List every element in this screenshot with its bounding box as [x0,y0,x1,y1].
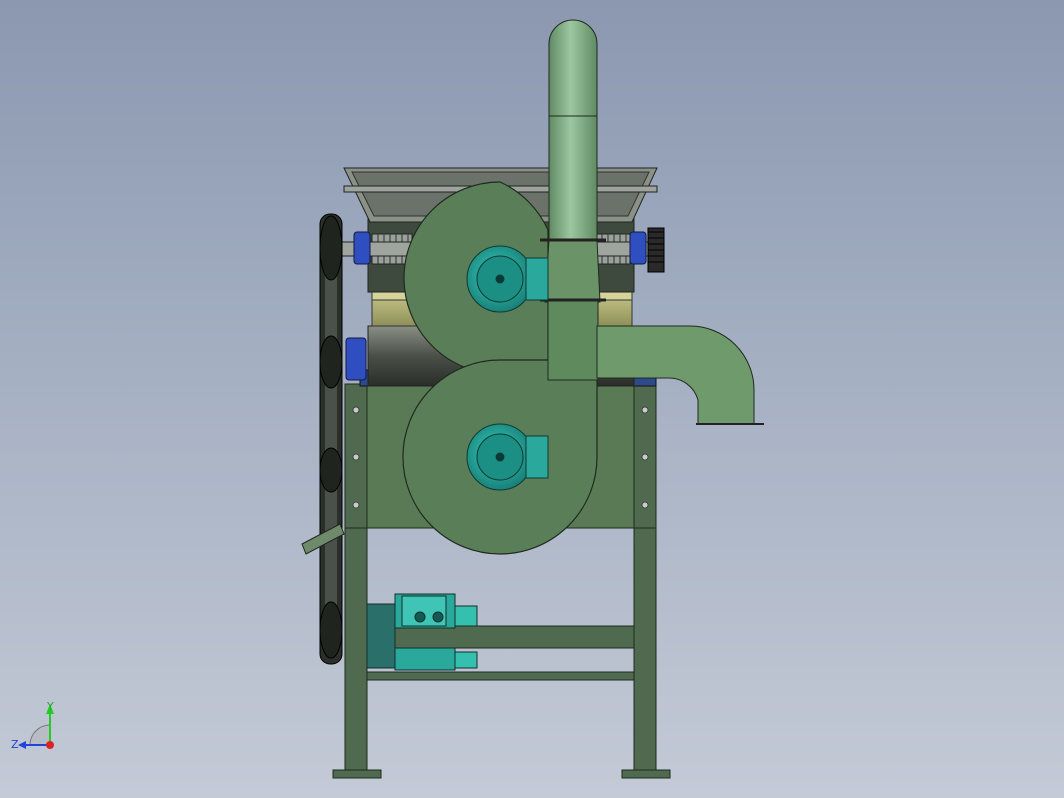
y-axis-label: Y [46,700,54,713]
z-axis-label: Z [11,738,19,751]
cad-viewport[interactable]: Y Z [0,0,1064,798]
origin-dot [46,741,54,749]
orientation-triad: Y Z [11,700,54,751]
triad-shading [29,724,51,746]
